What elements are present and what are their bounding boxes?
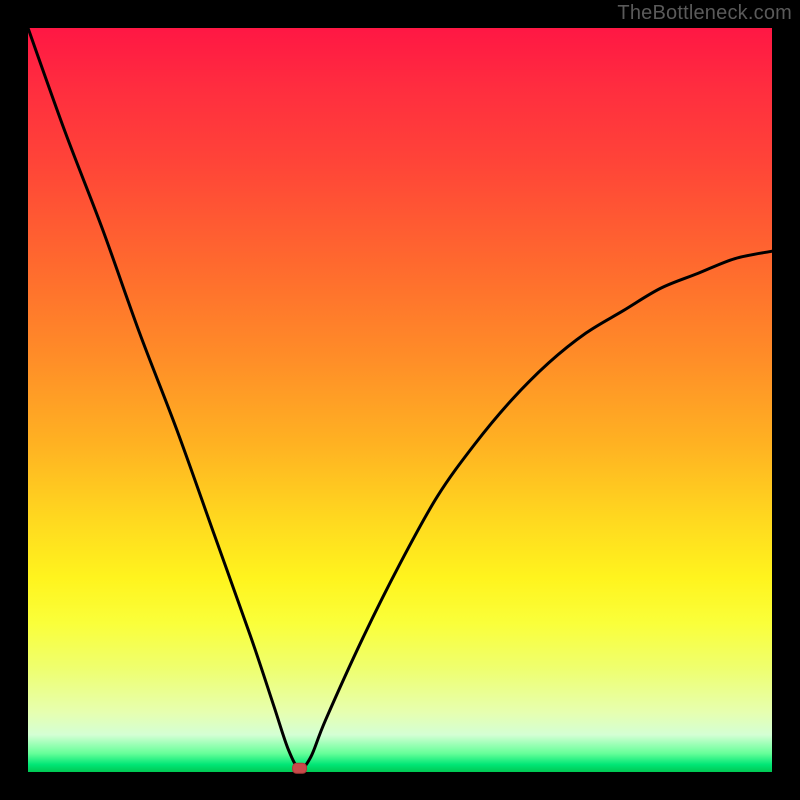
minimum-marker xyxy=(293,763,307,773)
chart-frame: TheBottleneck.com xyxy=(0,0,800,800)
chart-svg xyxy=(28,28,772,772)
watermark-text: TheBottleneck.com xyxy=(617,2,792,25)
bottleneck-curve xyxy=(28,28,772,768)
